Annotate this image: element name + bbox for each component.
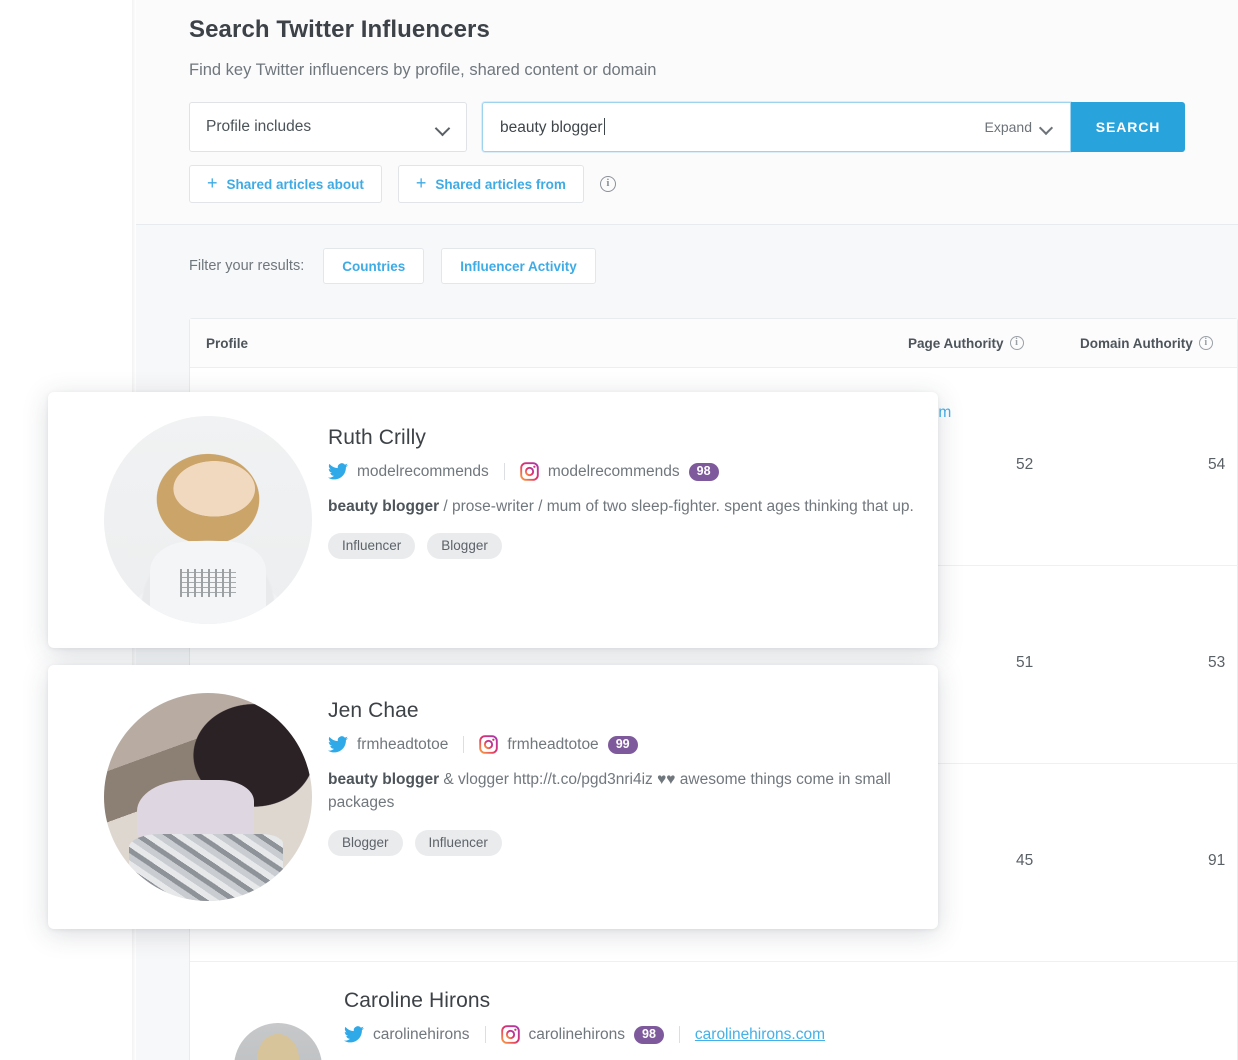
text-caret — [604, 118, 605, 135]
search-button[interactable]: SEARCH — [1071, 102, 1185, 152]
info-icon[interactable]: i — [600, 176, 616, 192]
instagram-icon — [520, 462, 539, 481]
page-subtitle: Find key Twitter influencers by profile,… — [189, 61, 1238, 80]
shared-articles-from-button[interactable]: + Shared articles from — [398, 165, 584, 203]
twitter-icon — [328, 736, 348, 753]
tag[interactable]: Blogger — [427, 533, 502, 559]
page-title: Search Twitter Influencers — [189, 0, 1238, 44]
shared-articles-from-label: Shared articles from — [435, 177, 566, 192]
cell-domain-authority: 53 — [1208, 654, 1225, 672]
plus-icon: + — [416, 174, 427, 192]
shared-articles-about-label: Shared articles about — [227, 177, 364, 192]
profile-handles: carolinehirons carolinehirons 98 — [344, 1025, 825, 1044]
instagram-handle-group[interactable]: modelrecommends 98 — [520, 462, 719, 481]
profile-bio-keyword: beauty blogger — [328, 771, 439, 788]
expand-label: Expand — [985, 119, 1032, 135]
column-header-page-authority-label: Page Authority — [908, 336, 1004, 351]
twitter-handle: frmheadtotoe — [357, 736, 448, 754]
cell-page-authority: 52 — [1016, 456, 1033, 474]
tag[interactable]: Blogger — [328, 830, 403, 856]
search-input[interactable]: beauty blogger — [500, 118, 985, 137]
instagram-score-badge: 98 — [634, 1026, 664, 1044]
search-type-select[interactable]: Profile includes — [189, 102, 467, 152]
profile-tags: Influencer Blogger — [328, 533, 914, 559]
profile-hover-card[interactable]: Ruth Crilly modelrecommends modelrecomme… — [48, 392, 938, 648]
chevron-down-icon — [1041, 123, 1054, 131]
table-row[interactable]: Caroline Hirons carolinehirons — [190, 962, 1237, 1060]
info-icon[interactable]: i — [1010, 336, 1024, 350]
profile-handles: frmheadtotoe frmheadtotoe 99 — [328, 735, 920, 754]
search-input-value: beauty blogger — [500, 119, 603, 136]
cell-domain-authority: 91 — [1208, 852, 1225, 870]
profile-bio: beauty blogger & vlogger http://t.co/pgd… — [328, 768, 920, 815]
filter-chip-influencer-activity[interactable]: Influencer Activity — [441, 248, 596, 284]
instagram-score-badge: 98 — [689, 463, 719, 481]
profile-bio-rest: / prose-writer / mum of two sleep-fighte… — [439, 498, 914, 515]
column-header-page-authority: Page Authority i — [908, 336, 1024, 351]
tag[interactable]: Influencer — [328, 533, 415, 559]
search-row: Profile includes beauty blogger Expand S… — [189, 102, 1238, 152]
profile-card-body: Jen Chae frmheadtotoe frmheadtotoe 99 — [328, 699, 920, 856]
twitter-handle: modelrecommends — [357, 463, 489, 481]
instagram-handle: frmheadtotoe — [507, 736, 598, 754]
profile-bio: beauty blogger / prose-writer / mum of t… — [328, 495, 914, 518]
cell-domain-authority: 54 — [1208, 456, 1225, 474]
filter-row: Filter your results: Countries Influence… — [189, 248, 596, 284]
divider — [504, 463, 505, 480]
divider — [463, 736, 464, 753]
instagram-handle: modelrecommends — [548, 463, 680, 481]
table-header-row: Profile Page Authority i Domain Authorit… — [190, 319, 1237, 368]
avatar — [104, 416, 312, 624]
filter-chip-countries[interactable]: Countries — [323, 248, 424, 284]
column-header-profile: Profile — [206, 336, 248, 351]
panel-divider — [136, 224, 1238, 225]
instagram-handle-group[interactable]: carolinehirons 98 — [501, 1025, 664, 1044]
divider — [679, 1026, 680, 1043]
search-panel: Search Twitter Influencers Find key Twit… — [136, 0, 1238, 224]
column-header-domain-authority: Domain Authority i — [1080, 336, 1213, 351]
profile-name[interactable]: Caroline Hirons — [344, 989, 825, 1013]
twitter-handle-group[interactable]: modelrecommends — [328, 463, 489, 481]
twitter-handle: carolinehirons — [373, 1026, 470, 1044]
info-icon[interactable]: i — [1199, 336, 1213, 350]
profile-handles: modelrecommends modelrecommends 98 — [328, 462, 914, 481]
instagram-handle-group[interactable]: frmheadtotoe 99 — [479, 735, 637, 754]
filter-label: Filter your results: — [189, 258, 304, 274]
avatar — [234, 1023, 322, 1060]
shared-article-buttons: + Shared articles about + Shared article… — [189, 165, 1238, 203]
chevron-down-icon — [437, 123, 450, 131]
twitter-handle-group[interactable]: carolinehirons — [344, 1026, 470, 1044]
twitter-icon — [328, 463, 348, 480]
search-type-value: Profile includes — [206, 118, 437, 136]
column-header-domain-authority-label: Domain Authority — [1080, 336, 1193, 351]
profile-name[interactable]: Ruth Crilly — [328, 426, 914, 450]
cell-profile[interactable]: Caroline Hirons carolinehirons — [206, 962, 906, 1060]
instagram-handle: carolinehirons — [529, 1026, 626, 1044]
profile-hover-card[interactable]: Jen Chae frmheadtotoe frmheadtotoe 99 — [48, 665, 938, 929]
cell-page-authority: 45 — [1016, 852, 1033, 870]
domain-link[interactable]: carolinehirons.com — [695, 1026, 825, 1044]
cell-page-authority: 51 — [1016, 654, 1033, 672]
tag[interactable]: Influencer — [415, 830, 502, 856]
profile-bio-keyword: beauty blogger — [328, 498, 439, 515]
expand-button[interactable]: Expand — [985, 119, 1056, 135]
twitter-icon — [344, 1026, 364, 1043]
instagram-icon — [501, 1025, 520, 1044]
shared-articles-about-button[interactable]: + Shared articles about — [189, 165, 382, 203]
instagram-score-badge: 99 — [608, 736, 638, 754]
divider — [485, 1026, 486, 1043]
profile-name[interactable]: Jen Chae — [328, 699, 920, 723]
avatar — [104, 693, 312, 901]
search-input-wrap[interactable]: beauty blogger Expand — [482, 102, 1071, 152]
twitter-handle-group[interactable]: frmheadtotoe — [328, 736, 448, 754]
instagram-icon — [479, 735, 498, 754]
app-root: Search Twitter Influencers Find key Twit… — [0, 0, 1238, 1060]
profile-card-body: Ruth Crilly modelrecommends modelrecomme… — [328, 426, 914, 559]
plus-icon: + — [207, 174, 218, 192]
profile-tags: Blogger Influencer — [328, 830, 920, 856]
